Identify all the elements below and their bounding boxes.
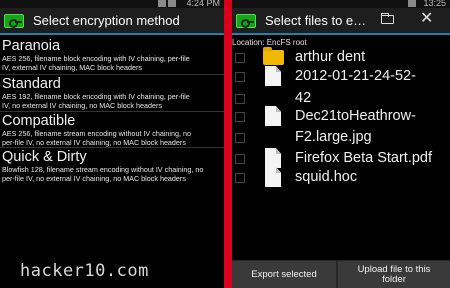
- export-label: Export selected: [251, 269, 317, 280]
- screen-title: Select encryption method: [33, 13, 180, 28]
- method-name: Standard: [2, 76, 61, 92]
- item-name: Dec21toHeathrow-: [295, 108, 416, 124]
- method-description: per-file IV, no external IV chaining, no…: [2, 137, 186, 147]
- key-icon: [236, 14, 256, 28]
- close-icon[interactable]: ✕: [420, 11, 433, 27]
- method-name: Paranoia: [2, 38, 61, 54]
- item-checkbox[interactable]: [235, 133, 245, 143]
- file-icon: [265, 167, 281, 187]
- list-item[interactable]: F2.large.jpg: [232, 127, 450, 148]
- status-time: 4:24 PM: [186, 0, 220, 8]
- file-icon: [265, 148, 281, 168]
- item-checkbox[interactable]: [235, 94, 245, 104]
- upload-label-line2: folder: [382, 274, 406, 285]
- watermark: hacker10.com: [20, 261, 149, 281]
- status-bar: 4:24 PM: [0, 0, 224, 8]
- list-item[interactable]: Firefox Beta Start.pdf: [232, 148, 450, 169]
- item-checkbox[interactable]: [235, 173, 245, 183]
- item-name: squid.hoc: [295, 169, 358, 185]
- method-standard[interactable]: Standard AES 192, filename block encodin…: [2, 76, 224, 110]
- method-name: Quick & Dirty: [2, 149, 87, 165]
- signal-icon: [408, 0, 416, 7]
- list-item[interactable]: Dec21toHeathrow-: [232, 106, 450, 127]
- method-description: IV, external IV chaining, MAC block head…: [2, 62, 142, 72]
- status-bar: 13:25: [232, 0, 450, 8]
- list-item[interactable]: arthur dent: [232, 47, 450, 68]
- item-name: Firefox Beta Start.pdf: [295, 150, 433, 166]
- item-name: 42: [295, 90, 312, 106]
- method-name: Compatible: [2, 113, 76, 129]
- item-name: arthur dent: [295, 49, 366, 65]
- screen-title: Select files to e…: [265, 13, 367, 28]
- folder-add-icon[interactable]: [381, 13, 394, 24]
- item-checkbox[interactable]: [235, 72, 245, 82]
- method-description: IV, no external IV chaining, no MAC bloc…: [2, 100, 162, 110]
- file-selection-screen: 13:25 Select files to e… ✕ Location: Enc…: [232, 0, 450, 288]
- action-bar: Select files to e…: [232, 8, 450, 35]
- signal-icon: [158, 0, 166, 7]
- divider: [0, 74, 224, 75]
- item-name: F2.large.jpg: [295, 129, 372, 145]
- action-bar: Select encryption method: [0, 8, 224, 35]
- item-checkbox[interactable]: [235, 154, 245, 164]
- list-item[interactable]: 2012-01-21-24-52-: [232, 66, 450, 87]
- file-icon: [265, 66, 281, 86]
- item-name: 2012-01-21-24-52-: [295, 68, 416, 84]
- status-time: 13:25: [423, 0, 446, 8]
- method-description: per-file IV, no external IV chaining, no…: [2, 173, 186, 183]
- method-compatible[interactable]: Compatible AES 256, filename stream enco…: [2, 113, 224, 147]
- upload-file-button[interactable]: Upload file to this folder: [338, 261, 450, 288]
- divider: [0, 147, 224, 148]
- key-icon: [4, 14, 24, 28]
- method-quick-dirty[interactable]: Quick & Dirty Blowfish 128, filename str…: [2, 149, 224, 183]
- method-paranoia[interactable]: Paranoia AES 256, filename block encodin…: [2, 38, 224, 72]
- divider: [0, 111, 224, 112]
- item-checkbox[interactable]: [235, 112, 245, 122]
- item-checkbox[interactable]: [235, 53, 245, 63]
- red-divider: [224, 0, 232, 288]
- list-item[interactable]: squid.hoc: [232, 167, 450, 188]
- location-label: Location: EncFS root: [232, 38, 307, 47]
- export-selected-button[interactable]: Export selected: [232, 261, 336, 288]
- encryption-method-screen: 4:24 PM Select encryption method Paranoi…: [0, 0, 224, 288]
- battery-icon: [168, 0, 176, 7]
- folder-icon: [263, 47, 284, 65]
- file-icon: [265, 106, 281, 126]
